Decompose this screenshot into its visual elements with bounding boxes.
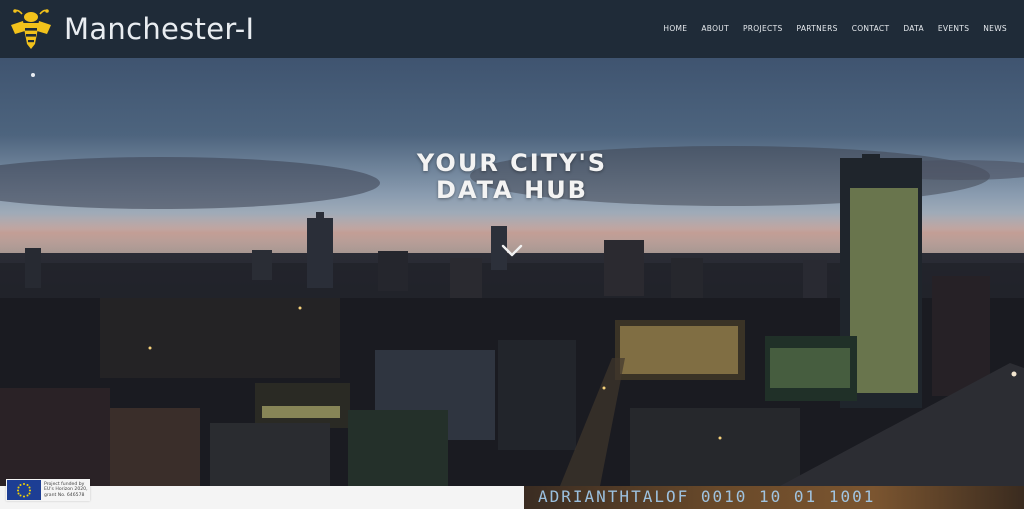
code-strip-text: ADRIANTHTALOF 0010 10 01 1001 bbox=[538, 487, 876, 506]
eu-funding-line-3: grant No. 646578 bbox=[44, 492, 85, 498]
nav-about[interactable]: ABOUT bbox=[701, 24, 729, 33]
city-skyline-image bbox=[0, 73, 1024, 486]
site-header: Manchester-I HOME ABOUT PROJECTS PARTNER… bbox=[0, 0, 1024, 58]
nav-home[interactable]: HOME bbox=[663, 24, 687, 33]
main-nav: HOME ABOUT PROJECTS PARTNERS CONTACT DAT… bbox=[663, 24, 1007, 33]
hero-section: YOUR CITY'S DATA HUB bbox=[0, 58, 1024, 486]
logo-link[interactable]: Manchester-I bbox=[8, 6, 254, 52]
bee-logo-icon bbox=[11, 9, 51, 49]
eu-funding-line-2: EU's Horizon 2020, bbox=[44, 487, 88, 493]
nav-data[interactable]: DATA bbox=[903, 24, 924, 33]
nav-projects[interactable]: PROJECTS bbox=[743, 24, 783, 33]
hero-headline: YOUR CITY'S DATA HUB bbox=[0, 150, 1024, 204]
code-background-image: ADRIANTHTALOF 0010 10 01 1001 bbox=[524, 486, 1024, 509]
nav-partners[interactable]: PARTNERS bbox=[797, 24, 838, 33]
brand-name: Manchester-I bbox=[64, 12, 255, 46]
eu-funding-text: Project funded by EU's Horizon 2020, gra… bbox=[44, 482, 88, 498]
eu-funding-badge: Project funded by EU's Horizon 2020, gra… bbox=[6, 479, 90, 501]
headline-line-1: YOUR CITY'S bbox=[416, 149, 608, 177]
nav-contact[interactable]: CONTACT bbox=[852, 24, 890, 33]
nav-events[interactable]: EVENTS bbox=[938, 24, 969, 33]
eu-flag-icon bbox=[7, 480, 41, 500]
nav-news[interactable]: NEWS bbox=[983, 24, 1007, 33]
headline-line-2: DATA HUB bbox=[436, 176, 588, 204]
chevron-down-icon[interactable] bbox=[501, 244, 523, 258]
